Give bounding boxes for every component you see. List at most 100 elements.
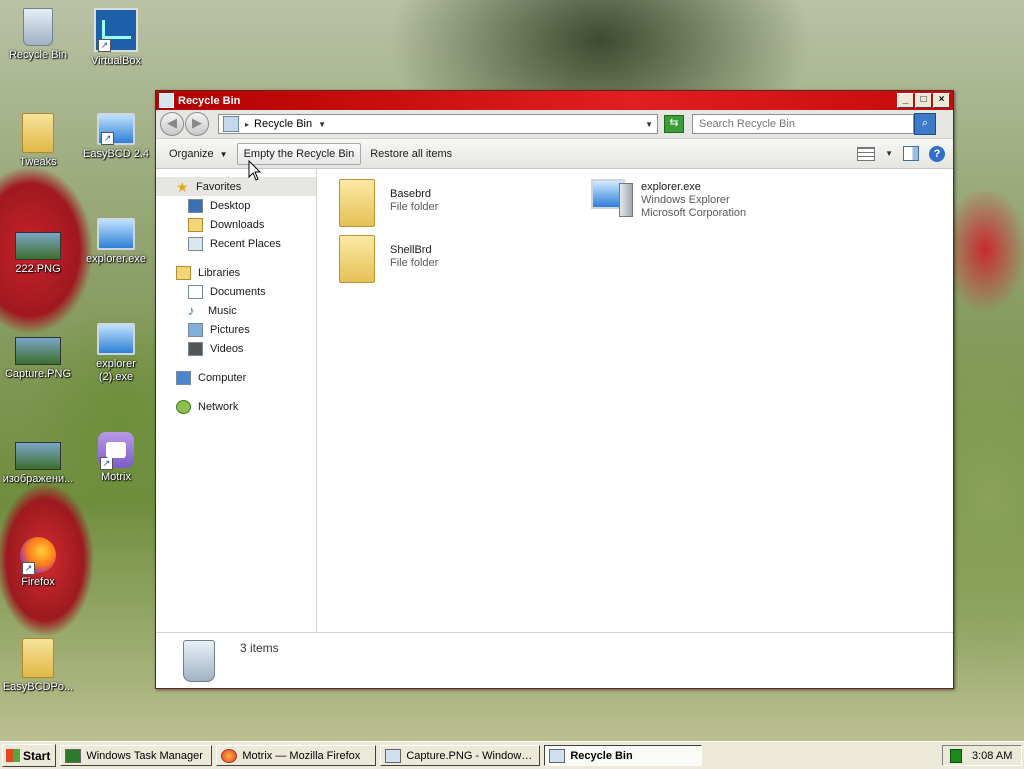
desktop-icon-label: изображени... [2, 473, 74, 485]
address-bar[interactable]: ▸ Recycle Bin ▼ ▼ [218, 114, 658, 134]
recycle-bin-icon [159, 93, 174, 108]
search-input[interactable] [692, 114, 914, 134]
libraries-icon [176, 265, 191, 280]
nav-item-downloads[interactable]: Downloads [156, 215, 316, 234]
desktop-icon-label: Capture.PNG [4, 368, 72, 380]
desktop-icon-explorer-2-exe[interactable]: explorer (2).exe [80, 323, 152, 384]
desktop-icon-easybcdpo[interactable]: EasyBCDPo... [2, 638, 74, 694]
item-name: explorer.exe [641, 181, 701, 193]
motrix-icon: ↗ [98, 432, 134, 470]
desktop-icon-label: Recycle Bin [8, 49, 68, 61]
nav-item-pictures[interactable]: Pictures [156, 320, 316, 339]
taskbar-item-recycle-bin[interactable]: Recycle Bin [544, 745, 703, 766]
documents-icon [188, 284, 203, 299]
taskbar-item-capture-png[interactable]: Capture.PNG - Windows ... [380, 745, 541, 766]
desktop-icon-222-png[interactable]: 222.PNG [2, 222, 74, 276]
details-pane: 3 items [156, 632, 953, 688]
help-icon[interactable]: ? [929, 145, 945, 162]
image-thumbnail-icon [15, 337, 61, 365]
start-button[interactable]: Start [2, 744, 57, 767]
nav-item-documents[interactable]: Documents [156, 282, 316, 301]
desktop-icon-firefox[interactable]: ↗ Firefox [2, 537, 74, 589]
computer-icon [97, 218, 135, 250]
window-titlebar[interactable]: Recycle Bin _ □ × [156, 91, 953, 110]
nav-item-computer[interactable]: Computer [156, 368, 316, 387]
file-item-shellbrd[interactable]: ShellBrd File folder [339, 231, 438, 283]
address-history-dropdown[interactable]: ▼ [645, 120, 653, 129]
desktop-icon-motrix[interactable]: ↗ Motrix [80, 432, 152, 484]
computer-icon [589, 177, 635, 221]
folder-icon [22, 638, 54, 678]
address-row: ◀ ▶ ▸ Recycle Bin ▼ ▼ ⇆ ⌕ [156, 110, 953, 139]
network-icon [176, 399, 191, 414]
file-item-explorer-exe[interactable]: explorer.exe Windows Explorer Microsoft … [589, 177, 746, 221]
breadcrumb-separator[interactable]: ▸ [245, 120, 249, 129]
firefox-icon [221, 748, 238, 763]
item-description: Windows Explorer [641, 194, 730, 206]
nav-item-network[interactable]: Network [156, 397, 316, 416]
refresh-button[interactable]: ⇆ [664, 115, 684, 133]
taskbar-item-firefox[interactable]: Motrix — Mozilla Firefox [216, 745, 377, 766]
nav-item-videos[interactable]: Videos [156, 339, 316, 358]
nav-item-recent-places[interactable]: Recent Places [156, 234, 316, 253]
folder-icon [339, 235, 375, 283]
image-thumbnail-icon [15, 232, 61, 260]
windows-logo-icon [6, 749, 20, 762]
pictures-icon [188, 322, 203, 337]
forward-button[interactable]: ▶ [185, 112, 209, 136]
preview-pane-icon[interactable] [903, 146, 919, 161]
nav-label: Videos [210, 342, 244, 355]
taskbar-item-label: Motrix — Mozilla Firefox [242, 749, 361, 762]
task-manager-icon [65, 748, 82, 763]
taskbar-item-task-manager[interactable]: Windows Task Manager [60, 745, 213, 766]
file-item-basebrd[interactable]: Basebrd File folder [339, 175, 438, 227]
window-title: Recycle Bin [178, 94, 241, 107]
nav-item-libraries[interactable]: Libraries [156, 263, 316, 282]
desktop-icon-virtualbox[interactable]: ↗ VirtualBox [80, 8, 152, 68]
restore-all-items-button[interactable]: Restore all items [361, 145, 461, 163]
maximize-button[interactable]: □ [915, 93, 932, 108]
back-button[interactable]: ◀ [160, 112, 184, 136]
nav-item-desktop[interactable]: Desktop [156, 196, 316, 215]
breadcrumb-recycle-bin[interactable]: Recycle Bin [254, 118, 312, 130]
desktop-icon-recycle-bin[interactable]: Recycle Bin [2, 8, 74, 62]
task-manager-tray-icon[interactable] [950, 748, 962, 763]
item-name: ShellBrd [390, 244, 432, 256]
search-icon[interactable]: ⌕ [914, 113, 936, 135]
nav-label: Desktop [210, 199, 251, 212]
taskbar-item-label: Windows Task Manager [86, 749, 203, 762]
desktop-icon-capture-png[interactable]: Capture.PNG [2, 327, 74, 381]
desktop-icon-image-file[interactable]: изображени... [2, 432, 74, 486]
item-count: 3 items [240, 641, 279, 655]
organize-button[interactable]: Organize ▼ [160, 145, 237, 163]
image-viewer-icon [385, 748, 402, 763]
taskbar-item-label: Capture.PNG - Windows ... [406, 749, 536, 762]
desktop-icon-easybcd[interactable]: ↗ EasyBCD 2.4 [80, 113, 152, 161]
folder-icon [339, 179, 375, 227]
nav-item-favorites[interactable]: ★ Favorites [156, 177, 316, 196]
desktop-icon-label: 222.PNG [15, 263, 61, 275]
view-controls: ▼ ? [857, 145, 949, 162]
chevron-down-icon: ▼ [219, 149, 228, 159]
view-options-chevron-icon[interactable]: ▼ [885, 149, 893, 158]
taskbar-item-label: Recycle Bin [570, 749, 633, 762]
nav-label: Computer [198, 371, 247, 384]
desktop-icon-tweaks[interactable]: Tweaks [2, 113, 74, 169]
chevron-down-icon[interactable]: ▼ [318, 120, 326, 129]
image-thumbnail-icon [15, 442, 61, 470]
desktop-icon-explorer-exe[interactable]: explorer.exe [80, 218, 152, 266]
folder-icon [22, 113, 54, 153]
nav-item-music[interactable]: ♪ Music [156, 301, 316, 320]
desktop-icon-label: explorer (2).exe [96, 358, 136, 383]
computer-icon [97, 323, 135, 355]
minimize-button[interactable]: _ [897, 93, 914, 108]
item-company: Microsoft Corporation [641, 207, 747, 219]
close-button[interactable]: × [933, 93, 950, 108]
desktop-icon-label: EasyBCD 2.4 [82, 148, 150, 160]
change-view-icon[interactable] [857, 146, 876, 161]
star-icon: ★ [176, 178, 189, 195]
nav-label: Documents [210, 285, 266, 298]
nav-label: Pictures [210, 323, 250, 336]
command-bar: Organize ▼ Empty the Recycle Bin Restore … [156, 139, 953, 169]
clock[interactable]: 3:08 AM [972, 750, 1012, 762]
